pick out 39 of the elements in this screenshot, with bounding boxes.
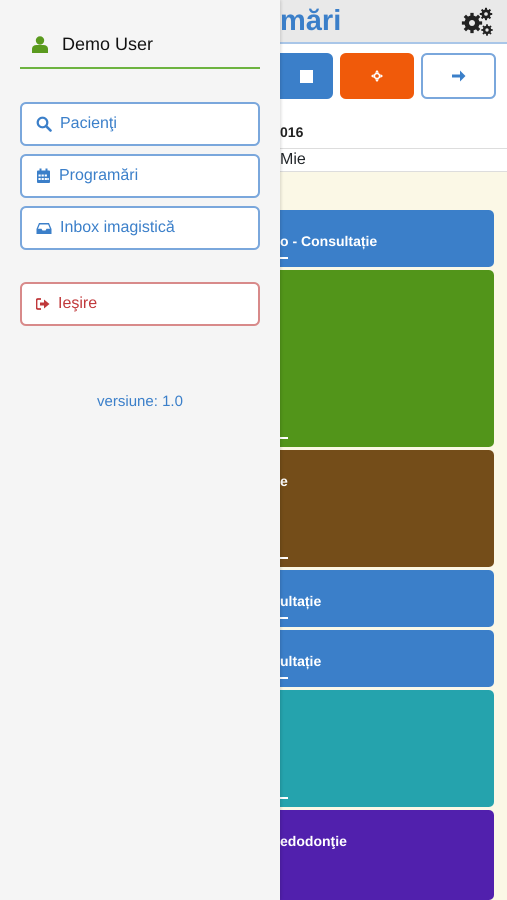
- appointment-block[interactable]: o - Consultație: [280, 210, 494, 267]
- appointment-block[interactable]: ultație: [280, 630, 494, 687]
- resize-handle[interactable]: [280, 677, 288, 679]
- appointment-block[interactable]: [280, 270, 494, 447]
- settings-icon[interactable]: [461, 6, 494, 36]
- appointment-block[interactable]: [280, 690, 494, 807]
- appointment-title: ultație: [280, 592, 322, 612]
- appointment-block[interactable]: edodonţie: [280, 810, 494, 900]
- appointment-title: ultație: [280, 652, 322, 672]
- locate-button[interactable]: [340, 53, 414, 99]
- sign-out-icon: [36, 298, 50, 310]
- user-name: Demo User: [62, 33, 154, 56]
- date-text: 016: [280, 123, 304, 142]
- menu-button[interactable]: Programări: [20, 154, 260, 198]
- logout-button[interactable]: Ieşire: [20, 282, 260, 326]
- resize-handle[interactable]: [280, 557, 288, 559]
- menu-button[interactable]: Pacienţi: [20, 102, 260, 146]
- arrow-right-icon: [451, 69, 466, 83]
- stop-button[interactable]: [280, 53, 333, 99]
- next-button[interactable]: [421, 53, 496, 99]
- page-title: mări: [280, 6, 342, 36]
- resize-handle[interactable]: [280, 797, 288, 799]
- stop-icon: [300, 70, 313, 82]
- day-header: Mie: [280, 148, 507, 172]
- resize-handle[interactable]: [280, 437, 288, 439]
- inbox-icon: [36, 222, 52, 234]
- appointment-block[interactable]: e: [280, 450, 494, 567]
- appointment-title: o - Consultație: [280, 232, 378, 252]
- crosshair-icon: [371, 70, 384, 82]
- resize-handle[interactable]: [280, 257, 288, 259]
- menu-button[interactable]: Inbox imagistică: [20, 206, 260, 250]
- calendar-icon: [36, 168, 51, 184]
- appointment-title: e: [280, 472, 288, 491]
- resize-handle[interactable]: [280, 617, 288, 619]
- version-text: versiune: 1.0: [96, 392, 184, 412]
- search-icon: [36, 116, 52, 132]
- appointment-block[interactable]: ultație: [280, 570, 494, 627]
- appointment-title: edodonţie: [280, 832, 347, 851]
- user-icon: [32, 36, 48, 53]
